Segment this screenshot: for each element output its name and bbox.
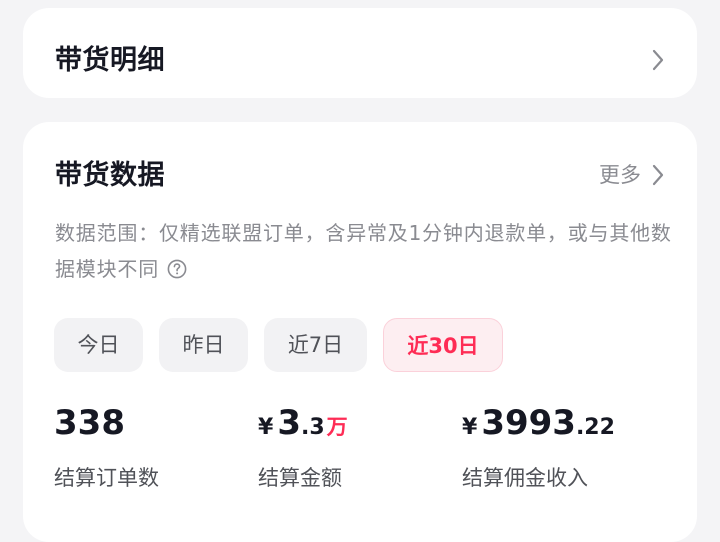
settled-amount-integer: 3 — [277, 403, 301, 443]
tab-yesterday[interactable]: 昨日 — [159, 318, 248, 372]
help-circle-icon[interactable] — [167, 259, 187, 279]
stat-value: ¥ 3993 .22 — [462, 398, 615, 448]
settled-amount-unit: 万 — [326, 415, 348, 439]
settled-orders-label: 结算订单数 — [54, 466, 159, 490]
tab-last-30-days[interactable]: 近30日 — [383, 318, 503, 372]
chevron-right-icon[interactable] — [651, 49, 665, 71]
commission-integer: 3993 — [481, 403, 576, 443]
chevron-right-icon — [652, 164, 664, 186]
detail-card[interactable]: 带货明细 — [23, 8, 697, 98]
data-card-title: 带货数据 — [55, 160, 165, 191]
stat-value: 338 — [54, 398, 159, 448]
settled-amount-decimal: .3 — [300, 415, 325, 440]
commission-income-label: 结算佣金收入 — [462, 466, 588, 490]
more-link[interactable]: 更多 — [599, 160, 665, 190]
tab-today[interactable]: 今日 — [54, 318, 143, 372]
settled-orders-value: 338 — [54, 403, 125, 443]
currency-symbol: ¥ — [462, 415, 478, 440]
data-scope-text: 数据范围：仅精选联盟订单，含异常及1分钟内退款单，或与其他数据模块不同 — [55, 221, 672, 281]
stat-settled-orders[interactable]: 338 结算订单数 — [54, 398, 159, 494]
commission-decimal: .22 — [575, 415, 615, 440]
more-label: 更多 — [599, 163, 641, 187]
currency-symbol: ¥ — [258, 415, 274, 440]
stat-value: ¥ 3 .3 万 — [258, 398, 348, 448]
detail-card-title: 带货明细 — [55, 45, 165, 76]
data-scope-description: 数据范围：仅精选联盟订单，含异常及1分钟内退款单，或与其他数据模块不同 — [55, 215, 675, 287]
stat-settled-amount[interactable]: ¥ 3 .3 万 结算金额 — [258, 398, 348, 494]
date-range-tabs: 今日 昨日 近7日 近30日 — [54, 318, 519, 372]
data-card: 带货数据 更多 数据范围：仅精选联盟订单，含异常及1分钟内退款单，或与其他数据模… — [23, 122, 697, 542]
settled-amount-label: 结算金额 — [258, 466, 342, 490]
stat-commission-income[interactable]: ¥ 3993 .22 结算佣金收入 — [462, 398, 615, 494]
tab-last-7-days[interactable]: 近7日 — [264, 318, 367, 372]
